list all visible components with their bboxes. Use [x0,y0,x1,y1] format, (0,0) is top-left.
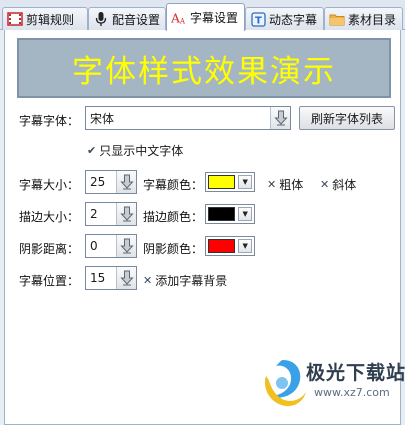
tab-edit-rules[interactable]: 剪辑规则 [2,7,88,30]
subtitle-color-label: 字幕颜色： [143,178,204,192]
position-label: 字幕位置： [19,274,80,288]
watermark-logo: 极光下载站 www.xz7.com [258,352,405,420]
tab-edit-rules-label: 剪辑规则 [26,12,75,27]
italic-label: 斜体 [332,178,357,192]
download-arrow-icon [119,174,134,190]
svg-text:T: T [255,15,262,26]
tab-material-directory[interactable]: 素材目录 [324,7,403,30]
tab-material-directory-label: 素材目录 [348,12,397,27]
font-select[interactable]: 宋体 [85,106,291,130]
svg-text:A: A [179,16,186,25]
subtitle-color-picker[interactable]: ▼ [205,172,255,192]
watermark-url: www.xz7.com [314,386,390,399]
stroke-size-value: 2 [90,207,98,221]
font-preview: 字体样式效果演示 [17,38,391,98]
stroke-color-swatch [208,207,236,221]
check-icon: ✔ [87,144,97,157]
tab-dubbing-settings-label: 配音设置 [112,12,161,27]
film-strip-icon [7,11,23,27]
shadow-color-picker[interactable]: ▼ [205,236,255,256]
font-dropdown-button[interactable] [270,107,290,129]
watermark-title: 极光下载站 [306,362,405,384]
chinese-only-checkbox[interactable]: ✔ 只显示中文字体 [87,142,183,159]
cross-icon: ✕ [143,274,153,287]
size-value: 25 [90,175,106,189]
font-icon: AA [171,10,187,26]
download-arrow-icon [119,238,134,254]
tab-dynamic-subtitle-label: 动态字幕 [269,12,318,27]
bold-label: 粗体 [279,178,304,192]
shadow-distance-input[interactable]: 0 [85,234,137,258]
dropdown-arrow-icon: ▼ [238,207,252,221]
size-spin-button[interactable] [116,171,136,193]
shadow-color-swatch [208,239,236,253]
stroke-size-label: 描边大小： [19,210,80,224]
tab-bar: 剪辑规则 配音设置 AA 字幕设置 T 动态字幕 素材目录 [0,0,405,31]
text-box-icon: T [250,11,266,27]
position-value: 15 [90,271,106,285]
cross-icon: ✕ [320,178,330,191]
shadow-distance-spin-button[interactable] [116,235,136,257]
refresh-font-list-button[interactable]: 刷新字体列表 [299,106,395,130]
dropdown-arrow-icon: ▼ [238,239,252,253]
position-spin-button[interactable] [116,267,136,289]
shadow-distance-label: 阴影距离： [19,242,80,256]
download-arrow-icon [273,110,288,126]
size-label: 字幕大小： [19,178,80,192]
stroke-size-spin-button[interactable] [116,203,136,225]
font-value: 宋体 [90,111,115,126]
download-arrow-icon [119,206,134,222]
chinese-only-label: 只显示中文字体 [99,144,184,158]
tab-subtitle-settings-label: 字幕设置 [190,11,239,25]
shadow-color-label: 阴影颜色： [143,242,204,256]
download-arrow-icon [119,270,134,286]
subtitle-background-checkbox[interactable]: ✕ 添加字幕背景 [143,272,227,289]
subtitle-background-label: 添加字幕背景 [155,274,228,288]
microphone-icon [93,11,109,27]
stroke-color-picker[interactable]: ▼ [205,204,255,224]
shadow-distance-value: 0 [90,239,98,253]
tab-dynamic-subtitle[interactable]: T 动态字幕 [245,7,324,30]
tab-dubbing-settings[interactable]: 配音设置 [88,7,166,30]
preview-text: 字体样式效果演示 [72,53,336,90]
font-label: 字幕字体： [19,114,80,128]
italic-checkbox[interactable]: ✕ 斜体 [320,176,356,193]
cross-icon: ✕ [267,178,277,191]
dropdown-arrow-icon: ▼ [238,175,252,189]
aurora-swirl-icon [264,360,306,407]
position-input[interactable]: 15 [85,266,137,290]
stroke-color-label: 描边颜色： [143,210,204,224]
bold-checkbox[interactable]: ✕ 粗体 [267,176,303,193]
tab-subtitle-settings[interactable]: AA 字幕设置 [166,3,245,31]
stroke-size-input[interactable]: 2 [85,202,137,226]
size-input[interactable]: 25 [85,170,137,194]
subtitle-color-swatch [208,175,236,189]
folder-icon [329,11,345,27]
